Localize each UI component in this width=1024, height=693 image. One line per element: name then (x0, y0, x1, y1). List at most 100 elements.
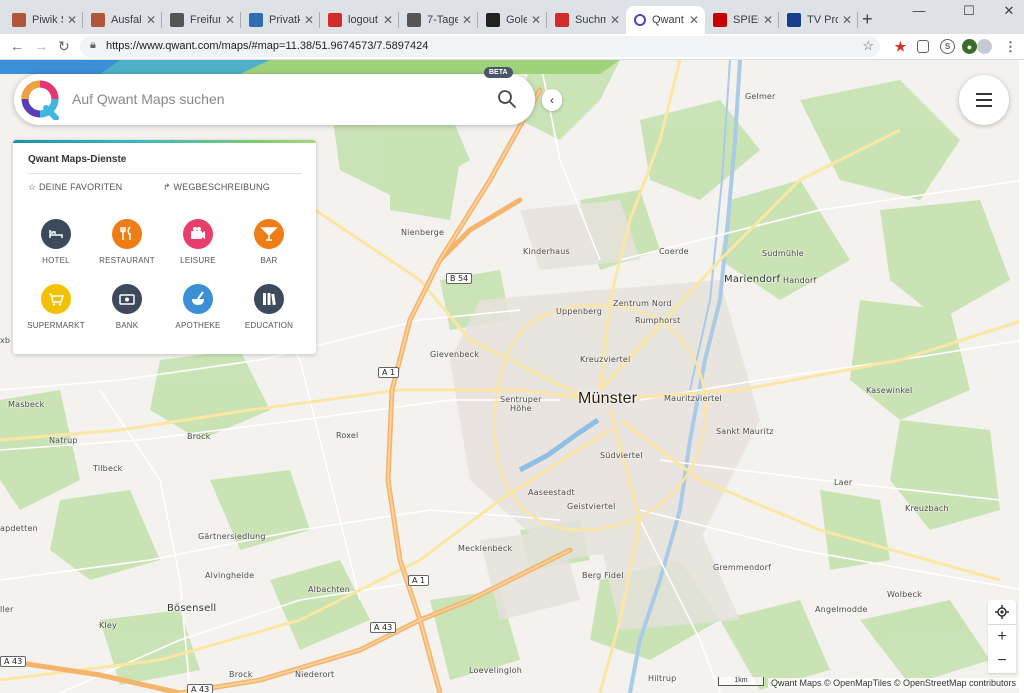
place-label[interactable]: Uppenberg (556, 307, 602, 316)
place-label[interactable]: Kasewinkel (866, 386, 912, 395)
place-label[interactable]: ller (0, 605, 13, 614)
place-label[interactable]: Laer (834, 478, 852, 487)
main-menu-button[interactable] (959, 75, 1009, 125)
bookmark-star-icon[interactable]: ☆ (862, 38, 874, 54)
place-label[interactable]: Brock (187, 432, 211, 441)
back-button[interactable]: ← (10, 38, 24, 54)
place-label[interactable]: Mauritzviertel (664, 394, 722, 403)
geolocate-button[interactable] (988, 600, 1016, 624)
category-bar[interactable]: BAR (232, 219, 306, 265)
category-leisure[interactable]: LEISURE (161, 219, 235, 265)
browser-tab[interactable]: SPIEGE ✕ (705, 6, 779, 34)
place-label[interactable]: Aaseestadt (528, 488, 575, 497)
tab-close-icon[interactable]: ✕ (304, 13, 314, 27)
place-label[interactable]: Bösensell (167, 603, 216, 614)
tab-close-icon[interactable]: ✕ (689, 13, 699, 27)
extension-clipboard-icon[interactable] (917, 40, 929, 53)
tab-close-icon[interactable]: ✕ (531, 13, 541, 27)
category-supermarkt[interactable]: SUPERMARKT (19, 284, 93, 330)
browser-tab[interactable]: Suchm ✕ (547, 6, 626, 34)
maximize-button[interactable]: ☐ (954, 3, 984, 19)
category-bank[interactable]: BANK (90, 284, 164, 330)
place-label[interactable]: Niederort (295, 670, 334, 679)
extension-globe-icon[interactable]: ● (962, 39, 977, 54)
place-label[interactable]: Angelmodde (815, 605, 868, 614)
browser-tab[interactable]: Qwant ✕ (626, 6, 705, 34)
place-label[interactable]: Zentrum Nord (613, 299, 672, 308)
tab-close-icon[interactable]: ✕ (610, 13, 620, 27)
category-restaurant[interactable]: RESTAURANT (90, 219, 164, 265)
place-label[interactable]: Sankt Mauritz (716, 427, 774, 436)
new-tab-button[interactable]: + (862, 9, 873, 30)
browser-tab[interactable]: 7-Tage ✕ (399, 6, 478, 34)
place-label[interactable]: Kreuzviertel (580, 355, 630, 364)
category-education[interactable]: EDUCATION (232, 284, 306, 330)
search-icon[interactable] (497, 89, 517, 109)
place-label[interactable]: Sentruper (500, 395, 542, 404)
category-hotel[interactable]: HOTEL (19, 219, 93, 265)
place-label[interactable]: Südviertel (600, 451, 643, 460)
place-label[interactable]: Höhe (510, 404, 532, 413)
place-label[interactable]: Münster (578, 390, 637, 408)
place-label[interactable]: Brock (229, 670, 253, 679)
place-label[interactable]: Albachten (308, 585, 350, 594)
place-label[interactable]: Gremmendorf (713, 563, 771, 572)
place-label[interactable]: Gievenbeck (430, 350, 479, 359)
place-label[interactable]: Handorf (783, 276, 816, 285)
tab-close-icon[interactable]: ✕ (67, 13, 77, 27)
profile-avatar-icon[interactable] (977, 39, 992, 54)
category-apotheke[interactable]: APOTHEKE (161, 284, 235, 330)
extension-skype-icon[interactable]: S (940, 39, 955, 54)
browser-tab[interactable]: Golem ✕ (478, 6, 547, 34)
map-attribution[interactable]: Qwant Maps © OpenMapTiles © OpenStreetMa… (768, 678, 1020, 688)
place-label[interactable]: Geistviertel (567, 502, 616, 511)
directions-link[interactable]: ↱ WEGBESCHREIBUNG (163, 182, 270, 193)
place-label[interactable]: Nienberge (401, 228, 444, 237)
browser-tab[interactable]: Privatk ✕ (241, 6, 320, 34)
place-label[interactable]: Berg Fidel (582, 571, 624, 580)
place-label[interactable]: apdetten (0, 524, 38, 533)
collapse-panel-button[interactable]: ‹ (542, 89, 562, 111)
browser-tab[interactable]: TV Pro ✕ (779, 6, 858, 34)
place-label[interactable]: Masbeck (8, 400, 44, 409)
place-label[interactable]: Kreuzbach (905, 504, 949, 513)
place-label[interactable]: Mariendorf (724, 274, 780, 285)
tab-close-icon[interactable]: ✕ (225, 13, 235, 27)
place-label[interactable]: Kinderhaus (523, 247, 570, 256)
search-input[interactable] (72, 88, 472, 110)
favorites-link[interactable]: ☆ DEINE FAVORITEN (28, 182, 122, 193)
zoom-out-button[interactable]: − (988, 649, 1016, 673)
browser-tab[interactable]: Ausfall ✕ (83, 6, 162, 34)
minimize-button[interactable]: — (904, 3, 934, 18)
place-label[interactable]: Hiltrup (648, 674, 676, 683)
browser-tab[interactable]: logout ✕ (320, 6, 399, 34)
tab-close-icon[interactable]: ✕ (383, 13, 393, 27)
place-label[interactable]: Coerde (659, 247, 689, 256)
place-label[interactable]: Mecklenbeck (458, 544, 512, 553)
extension-star-icon[interactable]: ★ (893, 39, 908, 54)
zoom-in-button[interactable]: + (988, 625, 1016, 649)
place-label[interactable]: Roxel (336, 431, 358, 440)
browser-menu-icon[interactable]: ⋮ (1003, 39, 1018, 54)
place-label[interactable]: Gärtnersiedlung (198, 532, 266, 541)
forward-button[interactable]: → (34, 38, 48, 54)
address-bar[interactable]: 🔒︎ https://www.qwant.com/maps/#map=11.38… (80, 36, 880, 57)
browser-tab[interactable]: Piwik S ✕ (4, 6, 83, 34)
reload-button[interactable]: ↻ (58, 38, 70, 55)
place-label[interactable]: Gelmer (745, 92, 776, 101)
place-label[interactable]: Loevelingloh (469, 666, 522, 675)
place-label[interactable]: Alvingheide (205, 571, 254, 580)
url-text[interactable]: https://www.qwant.com/maps/#map=11.38/51… (106, 40, 428, 52)
tab-close-icon[interactable]: ✕ (462, 13, 472, 27)
tab-close-icon[interactable]: ✕ (842, 13, 852, 27)
place-label[interactable]: Rumphorst (635, 316, 681, 325)
place-label[interactable]: Kley (99, 621, 117, 630)
place-label[interactable]: Tilbeck (93, 464, 123, 473)
place-label[interactable]: xb (0, 336, 10, 345)
place-label[interactable]: Wolbeck (887, 590, 922, 599)
tab-close-icon[interactable]: ✕ (763, 13, 773, 27)
tab-close-icon[interactable]: ✕ (146, 13, 156, 27)
place-label[interactable]: Sudmühle (762, 249, 804, 258)
browser-tab[interactable]: Freifun ✕ (162, 6, 241, 34)
place-label[interactable]: Natrup (49, 436, 78, 445)
